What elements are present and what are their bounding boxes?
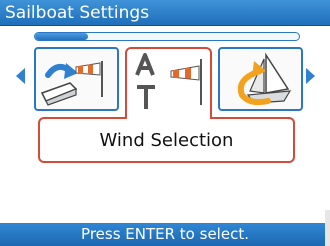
scroll-right-arrow-icon[interactable] bbox=[306, 68, 315, 84]
footer-bar: Press ENTER to select. bbox=[0, 223, 330, 246]
title-bar: Sailboat Settings bbox=[0, 0, 330, 26]
footer-hint: Press ENTER to select. bbox=[81, 225, 249, 243]
settings-screen: Sailboat Settings Wind Selection Press E… bbox=[0, 0, 330, 246]
selected-option-label: Wind Selection bbox=[99, 129, 234, 151]
page-title: Sailboat Settings bbox=[5, 3, 150, 23]
scroll-left-arrow-icon[interactable] bbox=[16, 68, 25, 84]
option-sail-rotate[interactable] bbox=[218, 47, 303, 111]
option-bow-wind[interactable] bbox=[34, 47, 119, 111]
text-wind-icon bbox=[135, 53, 202, 109]
selection-panel: Wind Selection bbox=[38, 117, 295, 163]
progress-bar bbox=[34, 32, 300, 41]
progress-fill bbox=[35, 33, 88, 40]
bow-wind-icon bbox=[40, 61, 103, 106]
option-wind-selection[interactable] bbox=[125, 47, 212, 119]
sail-rotate-icon bbox=[237, 52, 292, 106]
screen-edge bbox=[325, 210, 330, 246]
